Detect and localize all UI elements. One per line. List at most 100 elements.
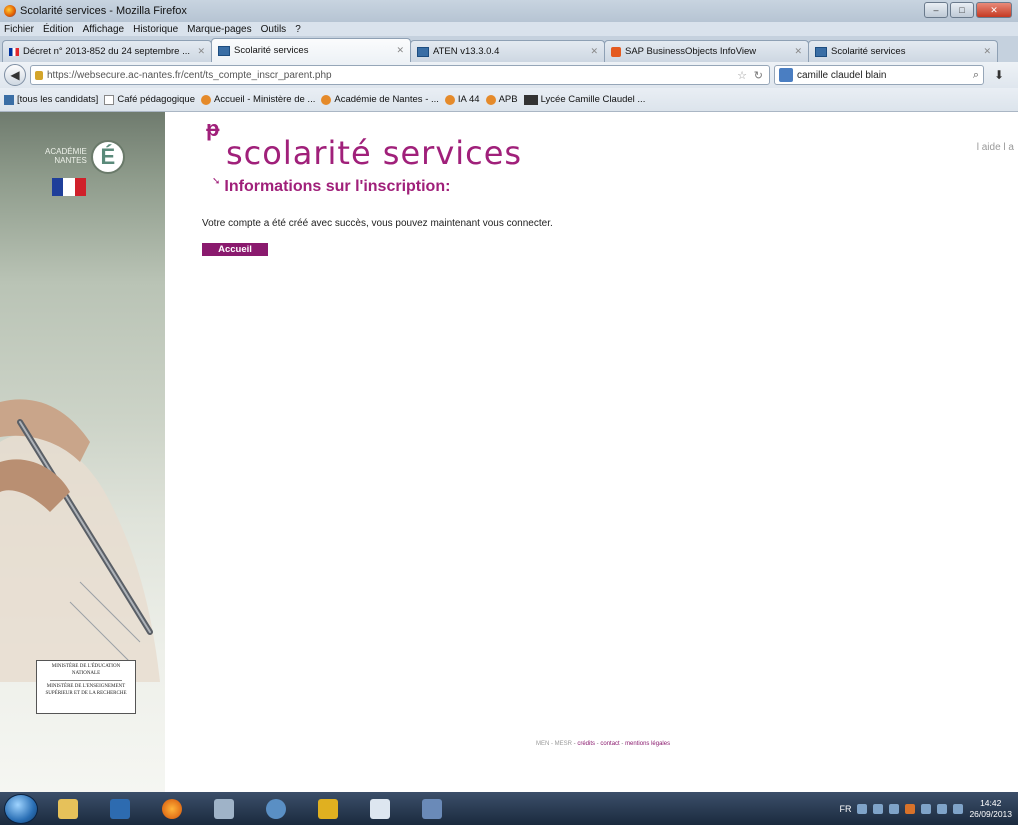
menu-fichier[interactable]: Fichier xyxy=(4,24,34,35)
remote-taskbar-icon[interactable] xyxy=(410,795,454,823)
menu-marque-pages[interactable]: Marque-pages xyxy=(187,24,251,35)
tab-sap[interactable]: SAP BusinessObjects InfoView ✕ xyxy=(604,40,809,62)
sap-icon xyxy=(611,46,621,57)
t-app-taskbar-icon[interactable] xyxy=(306,795,350,823)
menu-historique[interactable]: Historique xyxy=(133,24,178,35)
arrow-icon: ➘ xyxy=(212,175,221,187)
bookmark-label: [tous les candidats] xyxy=(17,94,99,105)
academie-logo[interactable]: ACADÉMIE NANTES É xyxy=(45,140,125,174)
footer-credits-link[interactable]: crédits xyxy=(577,741,595,747)
academie-icon xyxy=(417,46,429,57)
bookmark-label: Académie de Nantes - ... xyxy=(334,94,439,105)
network-taskbar-icon[interactable] xyxy=(254,795,298,823)
tray-icon[interactable] xyxy=(905,803,916,814)
url-bar[interactable]: https://websecure.ac-nantes.fr/cent/ts_c… xyxy=(30,65,770,85)
sidebar-decoration: ACADÉMIE NANTES É MINISTÈRE DE L'ÉDUCATI… xyxy=(0,112,165,792)
ministry-text: MINISTÈRE DE L'ÉDUCATION NATIONALE xyxy=(51,664,121,676)
menu-help[interactable]: ? xyxy=(295,24,301,35)
close-tab-icon[interactable]: ✕ xyxy=(590,46,598,57)
footer-contact-link[interactable]: contact xyxy=(600,741,619,747)
footer-links: MEN - MESR - crédits - contact - mention… xyxy=(536,741,671,747)
bookmark-item[interactable]: APB xyxy=(485,94,518,105)
search-icon[interactable]: ⌕ xyxy=(973,69,979,82)
menu-affichage[interactable]: Affichage xyxy=(83,24,125,35)
academie-icon xyxy=(815,46,827,57)
bookmark-item[interactable]: Accueil - Ministère de ... xyxy=(200,94,316,105)
academie-e-icon: É xyxy=(90,140,125,174)
url-text: https://websecure.ac-nantes.fr/cent/ts_c… xyxy=(47,69,332,81)
tab-scolarite-services-2[interactable]: Scolarité services ✕ xyxy=(808,40,998,62)
success-message: Votre compte a été créé avec succès, vou… xyxy=(202,218,553,229)
calculator-taskbar-icon[interactable] xyxy=(202,795,246,823)
close-tab-icon[interactable]: ✕ xyxy=(396,45,404,56)
clock[interactable]: 14:42 26/09/2013 xyxy=(969,798,1012,818)
window-title: Scolarité services - Mozilla Firefox xyxy=(20,5,187,17)
system-tray: FR 14:42 26/09/2013 xyxy=(839,792,1012,825)
tab-label: Scolarité services xyxy=(831,46,906,57)
reload-icon[interactable]: ↻ xyxy=(754,69,763,82)
lock-icon xyxy=(35,70,43,80)
bookmark-item[interactable]: Académie de Nantes - ... xyxy=(321,94,439,105)
search-engine-icon[interactable] xyxy=(779,68,793,82)
bookmark-item[interactable]: IA 44 xyxy=(444,94,480,105)
close-tab-icon[interactable]: ✕ xyxy=(197,46,205,57)
bookmark-item[interactable]: Lycée Camille Claudel ... xyxy=(523,94,646,105)
search-value: camille claudel blain xyxy=(797,69,887,81)
close-window-button[interactable]: ✕ xyxy=(976,2,1012,18)
explorer-taskbar-icon[interactable] xyxy=(46,795,90,823)
network-tray-icon[interactable] xyxy=(937,803,948,814)
tab-label: ATEN v13.3.0.4 xyxy=(433,46,500,57)
start-button[interactable] xyxy=(4,793,38,824)
volume-icon[interactable] xyxy=(953,803,964,814)
logo-text-line: NANTES xyxy=(54,156,87,165)
tab-scolarite-services[interactable]: Scolarité services ✕ xyxy=(211,38,411,62)
tab-label: SAP BusinessObjects InfoView xyxy=(625,46,757,57)
tray-icon[interactable] xyxy=(889,803,900,814)
close-tab-icon[interactable]: ✕ xyxy=(794,46,802,57)
download-icon[interactable]: ⬇ xyxy=(994,68,1004,82)
bookmark-item[interactable]: Café pédagogique xyxy=(104,94,195,105)
firefox-icon xyxy=(4,5,16,17)
bookmark-item[interactable]: [tous les candidats] xyxy=(4,94,98,105)
menu-edition[interactable]: Édition xyxy=(43,24,74,35)
search-bar[interactable]: camille claudel blain ⌕ xyxy=(774,65,984,85)
tab-aten[interactable]: ATEN v13.3.0.4 ✕ xyxy=(410,40,605,62)
ministry-text: MINISTÈRE DE L'ENSEIGNEMENT SUPÉRIEUR ET… xyxy=(45,684,127,696)
word-taskbar-icon[interactable] xyxy=(358,795,402,823)
clock-date: 26/09/2013 xyxy=(969,808,1012,819)
ministry-logo[interactable]: MINISTÈRE DE L'ÉDUCATION NATIONALE MINIS… xyxy=(36,660,136,714)
firefox-taskbar-icon[interactable] xyxy=(150,795,194,823)
language-indicator[interactable]: FR xyxy=(839,804,851,814)
window-titlebar: Scolarité services - Mozilla Firefox – □… xyxy=(0,0,1018,22)
bookmark-label: Café pédagogique xyxy=(117,94,195,105)
back-button[interactable]: ◀ xyxy=(4,64,26,86)
bookmark-star-icon[interactable]: ☆ xyxy=(737,69,747,82)
section-title: Informations sur l'inscription: xyxy=(224,178,451,195)
close-tab-icon[interactable]: ✕ xyxy=(983,46,991,57)
help-link-text: l aide l a xyxy=(976,142,1014,153)
menu-outils[interactable]: Outils xyxy=(261,24,287,35)
media-player-taskbar-icon[interactable] xyxy=(98,795,142,823)
brand-title: scolarité services xyxy=(226,134,523,172)
window-controls: – □ ✕ xyxy=(924,2,1012,18)
tab-label: Décret n° 2013-852 du 24 septembre ... xyxy=(23,46,190,57)
tab-label: Scolarité services xyxy=(234,45,309,56)
bookmark-label: APB xyxy=(498,94,518,105)
flag-tray-icon[interactable] xyxy=(921,803,932,814)
site-icon xyxy=(200,94,211,105)
tray-icon[interactable] xyxy=(873,803,884,814)
bookmark-label: IA 44 xyxy=(457,94,480,105)
accueil-button[interactable]: Accueil xyxy=(202,243,268,256)
tab-decret[interactable]: Décret n° 2013-852 du 24 septembre ... ✕ xyxy=(2,40,212,62)
site-icon xyxy=(444,94,455,105)
navigation-bar: ◀ https://websecure.ac-nantes.fr/cent/ts… xyxy=(0,62,1018,88)
maximize-button[interactable]: □ xyxy=(950,2,974,18)
logo-text: ACADÉMIE NANTES xyxy=(45,147,87,166)
bookmark-label: Lycée Camille Claudel ... xyxy=(540,94,646,105)
minimize-button[interactable]: – xyxy=(924,2,948,18)
footer-legal-link[interactable]: mentions légales xyxy=(625,741,670,747)
hand-with-pen-image xyxy=(0,399,160,682)
tray-icon[interactable] xyxy=(857,803,868,814)
bookmark-label: Accueil - Ministère de ... xyxy=(213,94,316,105)
help-links[interactable]: l aide l a xyxy=(977,142,1014,153)
